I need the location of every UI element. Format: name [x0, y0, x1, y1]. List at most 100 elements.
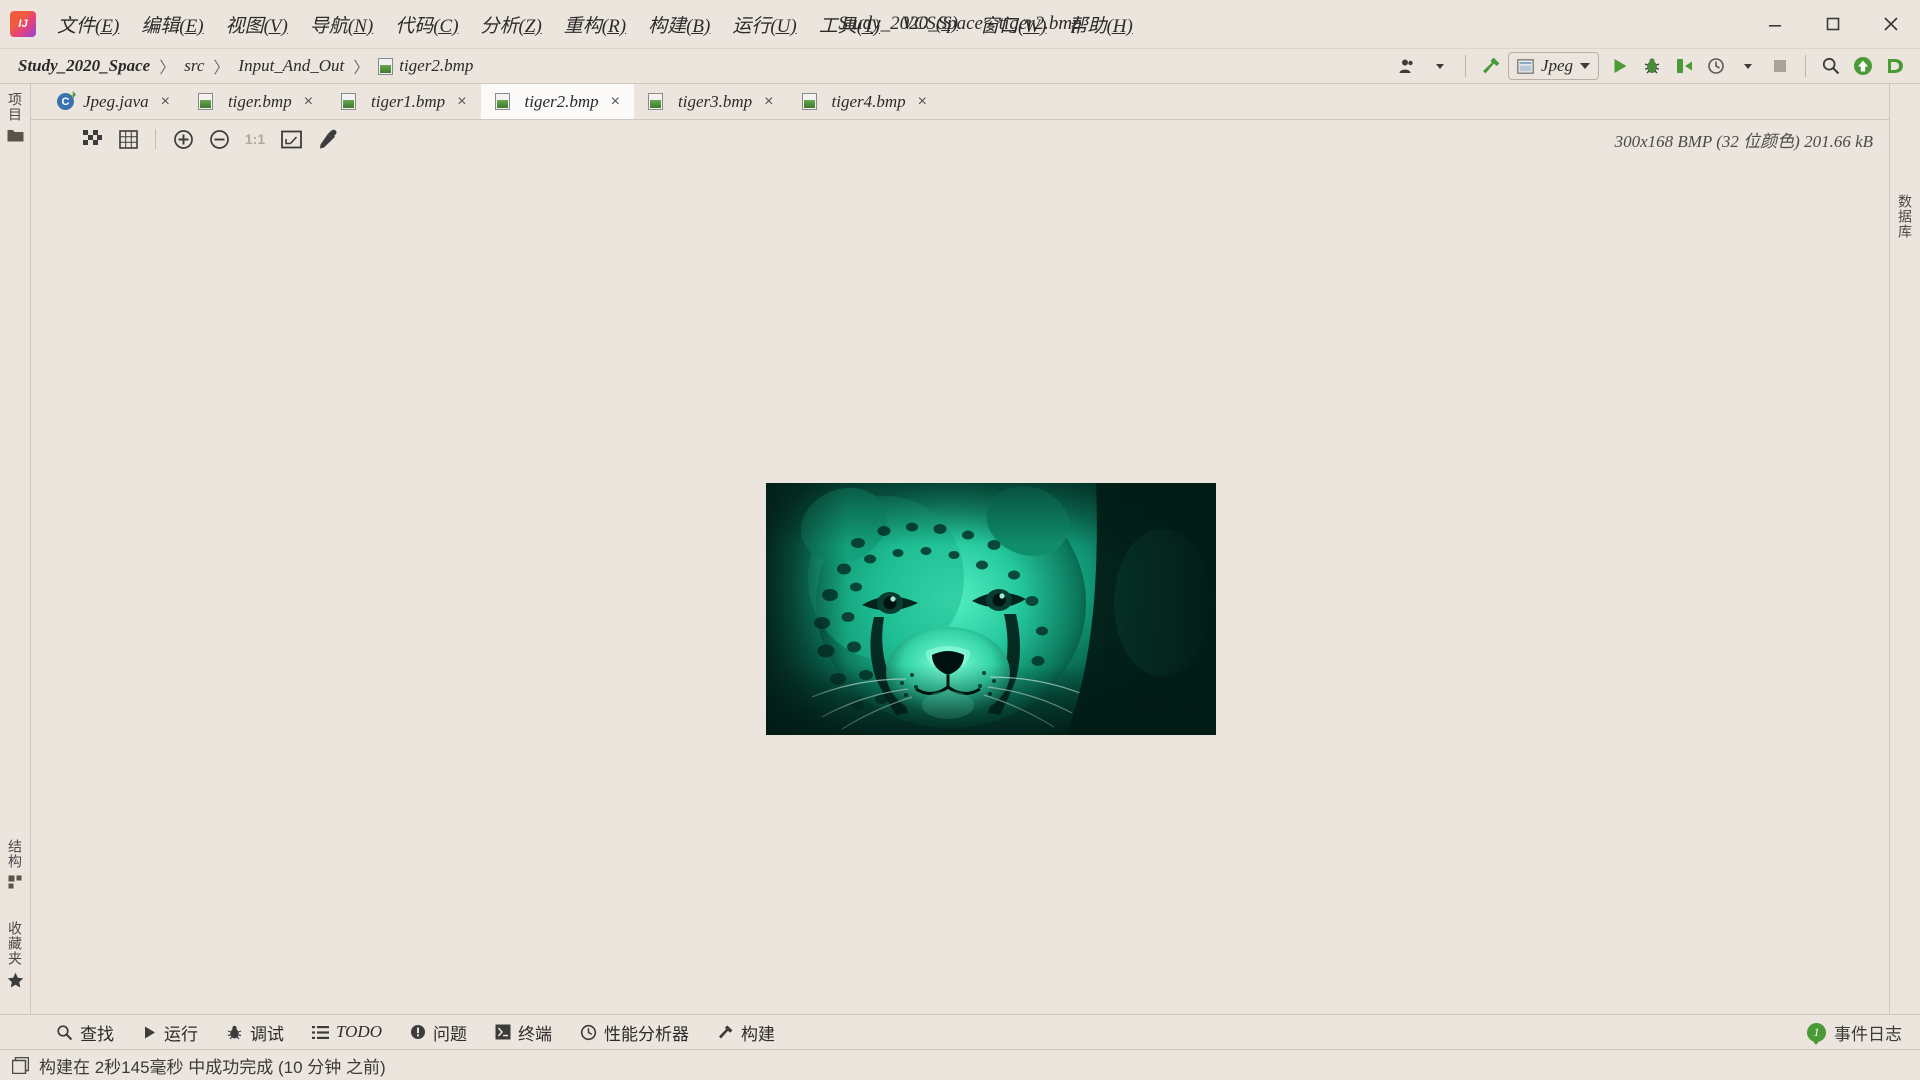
- menu-view[interactable]: 视图(V): [215, 7, 299, 42]
- event-log-label[interactable]: 事件日志: [1834, 1020, 1902, 1045]
- bug-icon: [226, 1024, 243, 1041]
- tool-window-debug[interactable]: 调试: [214, 1017, 296, 1048]
- bmp-image-icon: [197, 93, 213, 110]
- tab-tiger4-bmp[interactable]: tiger4.bmp ×: [788, 84, 941, 119]
- tool-window-run[interactable]: 运行: [130, 1017, 210, 1048]
- zoom-out-icon[interactable]: [203, 124, 235, 154]
- ide-and-project-settings-icon[interactable]: [1880, 52, 1910, 80]
- breadcrumb-src[interactable]: src: [184, 56, 204, 76]
- breadcrumb-project[interactable]: Study_2020_Space: [18, 56, 150, 76]
- tab-jpeg-java[interactable]: Jpeg.java ×: [43, 84, 184, 119]
- menu-analyze[interactable]: 分析(Z): [470, 7, 553, 42]
- menu-run[interactable]: 运行(U): [721, 7, 807, 42]
- minimize-icon[interactable]: [1746, 0, 1804, 49]
- event-log-badge: 1: [1807, 1022, 1826, 1045]
- tool-window-find[interactable]: 查找: [44, 1017, 126, 1048]
- tool-window-terminal[interactable]: 终端: [483, 1017, 564, 1048]
- run-configuration-label: Jpeg: [1540, 56, 1573, 75]
- menu-view-label: 视图: [225, 15, 264, 37]
- menu-tools[interactable]: 工具(T): [808, 7, 891, 42]
- menu-refactor-mnemonic: (R): [601, 15, 627, 37]
- fit-to-window-icon[interactable]: [275, 124, 307, 154]
- sidebar-item-database[interactable]: 数据库: [1895, 194, 1915, 239]
- zoom-in-icon[interactable]: [167, 124, 199, 154]
- menu-run-mnemonic: (U): [770, 15, 797, 37]
- toggle-transparency-chessboard-icon[interactable]: [76, 124, 108, 154]
- tab-tiger-bmp[interactable]: tiger.bmp ×: [184, 84, 327, 119]
- menu-view-mnemonic: (V): [263, 15, 288, 37]
- memory-indicator-icon[interactable]: [12, 1056, 29, 1074]
- tab-close-icon[interactable]: ×: [611, 93, 620, 111]
- toggle-grid-icon[interactable]: [112, 124, 144, 154]
- menu-edit-mnemonic: (E): [179, 15, 204, 37]
- sidebar-item-structure[interactable]: 结构: [5, 839, 25, 869]
- menu-refactor[interactable]: 重构(R): [553, 7, 637, 42]
- menu-help[interactable]: 帮助(H): [1057, 7, 1143, 42]
- hammer-icon[interactable]: [1476, 52, 1506, 80]
- java-class-icon: [57, 93, 74, 110]
- menu-window-mnemonic: (W): [1017, 15, 1047, 37]
- tab-label: tiger3.bmp: [678, 91, 753, 111]
- sidebar-item-favorites[interactable]: 收藏夹: [5, 921, 25, 966]
- tool-window-label: 构建: [740, 1024, 775, 1044]
- image-editor-toolbar: 1:1 300x168 BMP (32 位颜色) 201.66 kB: [31, 120, 1889, 158]
- menu-code[interactable]: 代码(C): [384, 7, 469, 42]
- tab-label: tiger1.bmp: [371, 91, 446, 111]
- tool-window-problems[interactable]: 问题: [398, 1017, 479, 1048]
- tab-tiger2-bmp[interactable]: tiger2.bmp ×: [480, 84, 635, 119]
- project-folder-icon[interactable]: [7, 128, 24, 148]
- menu-code-label: 代码: [395, 15, 434, 37]
- menu-bar: 文件(E) 编辑(E) 视图(V) 导航(N) 代码(C) 分析(Z) 重构(R…: [0, 0, 1920, 49]
- update-project-icon[interactable]: [1848, 52, 1878, 80]
- menu-build[interactable]: 构建(B): [637, 7, 721, 42]
- run-configuration-selector[interactable]: Jpeg: [1507, 52, 1599, 80]
- tab-close-icon[interactable]: ×: [304, 93, 313, 111]
- terminal-icon: [495, 1024, 511, 1040]
- tool-window-label: TODO: [336, 1022, 382, 1041]
- menu-vcs-label: VCS: [902, 13, 936, 34]
- menu-tools-mnemonic: (T): [856, 15, 880, 37]
- debug-bug-icon[interactable]: [1637, 52, 1667, 80]
- tool-window-profiler[interactable]: 性能分析器: [568, 1017, 701, 1048]
- run-with-coverage-icon[interactable]: [1669, 52, 1699, 80]
- bmp-image-icon: [801, 93, 817, 110]
- tab-tiger3-bmp[interactable]: tiger3.bmp ×: [634, 84, 787, 119]
- user-dropdown-icon[interactable]: [1393, 52, 1423, 80]
- menu-file-label: 文件: [57, 15, 96, 37]
- tool-window-label: 问题: [432, 1024, 467, 1044]
- sidebar-item-project[interactable]: 项目: [5, 92, 25, 122]
- bmp-image-icon: [341, 93, 357, 110]
- menu-file[interactable]: 文件(E): [46, 7, 130, 42]
- breadcrumb-separator: 〉: [353, 60, 370, 77]
- menu-vcs[interactable]: VCS(S): [891, 9, 969, 39]
- tab-close-icon[interactable]: ×: [457, 93, 466, 111]
- tool-window-build[interactable]: 构建: [705, 1017, 787, 1048]
- tab-close-icon[interactable]: ×: [764, 93, 773, 111]
- intellij-logo-icon: [10, 11, 36, 37]
- image-canvas[interactable]: [31, 158, 1889, 1014]
- color-picker-icon[interactable]: [311, 124, 343, 154]
- search-everywhere-icon[interactable]: [1816, 52, 1846, 80]
- run-play-icon[interactable]: [1605, 52, 1635, 80]
- breadcrumb-file[interactable]: tiger2.bmp: [378, 56, 473, 76]
- menu-edit[interactable]: 编辑(E): [130, 7, 214, 42]
- profiler-icon[interactable]: [1701, 52, 1731, 80]
- profiler-caret-icon[interactable]: [1733, 52, 1763, 80]
- close-icon[interactable]: [1862, 0, 1920, 49]
- structure-icon[interactable]: [8, 875, 23, 895]
- toolbar-divider: [1805, 55, 1806, 77]
- tab-close-icon[interactable]: ×: [918, 93, 927, 111]
- tab-close-icon[interactable]: ×: [161, 93, 170, 111]
- user-dropdown-caret-icon[interactable]: [1425, 52, 1455, 80]
- chevron-down-icon: [1580, 63, 1590, 69]
- bmp-image-icon: [648, 93, 664, 110]
- star-icon[interactable]: [7, 972, 24, 994]
- menu-navigate[interactable]: 导航(N): [299, 7, 384, 42]
- maximize-icon[interactable]: [1804, 0, 1862, 49]
- stop-icon: [1765, 52, 1795, 80]
- tool-window-todo[interactable]: TODO: [300, 1019, 394, 1045]
- tab-tiger1-bmp[interactable]: tiger1.bmp ×: [327, 84, 480, 119]
- menu-analyze-mnemonic: (Z): [518, 15, 542, 37]
- menu-window[interactable]: 窗口(W): [969, 7, 1058, 42]
- breadcrumb-package[interactable]: Input_And_Out: [238, 56, 344, 76]
